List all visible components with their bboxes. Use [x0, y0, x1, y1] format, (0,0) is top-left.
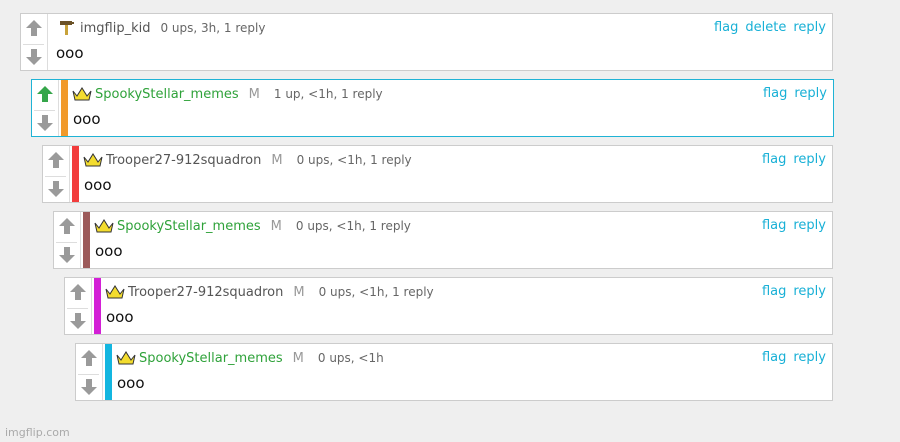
up-arrow-icon: [25, 20, 42, 36]
comment-meta: 0 ups, <1h, 1 reply: [296, 153, 412, 167]
flag-link[interactable]: flag: [714, 20, 738, 35]
up-arrow-icon: [69, 284, 86, 300]
comment-text: ooo: [56, 44, 84, 62]
hammer-icon: [57, 20, 77, 36]
username[interactable]: Trooper27-912squadron: [106, 153, 261, 168]
mod-badge: M: [271, 152, 283, 168]
down-arrow-icon: [25, 49, 42, 65]
vote-column: [76, 344, 103, 400]
crown-icon: [72, 86, 92, 102]
comment: SpookyStellar_memes M 0 ups, <1h flag re…: [75, 343, 833, 401]
comment-meta: 0 ups, <1h: [317, 351, 384, 365]
comment-text: ooo: [95, 242, 123, 260]
comment-text: ooo: [73, 110, 101, 128]
comment-text: ooo: [106, 308, 134, 326]
up-arrow-icon: [36, 86, 53, 102]
down-arrow-icon: [36, 115, 53, 131]
reply-link[interactable]: reply: [793, 20, 826, 35]
comment-text: ooo: [117, 374, 145, 392]
username[interactable]: imgflip_kid: [80, 21, 150, 36]
comment: imgflip_kid 0 ups, 3h, 1 reply flag dele…: [20, 13, 833, 71]
vote-column: [54, 212, 81, 268]
downvote-button[interactable]: [56, 242, 77, 267]
down-arrow-icon: [47, 181, 64, 197]
comment: Trooper27-912squadron M 0 ups, <1h, 1 re…: [42, 145, 833, 203]
depth-bar: [94, 278, 101, 334]
down-arrow-icon: [58, 247, 75, 263]
up-arrow-icon: [80, 350, 97, 366]
depth-bar: [72, 146, 79, 202]
comment-meta: 0 ups, 3h, 1 reply: [160, 21, 266, 35]
vote-column: [21, 14, 48, 70]
depth-bar: [83, 212, 90, 268]
downvote-button[interactable]: [67, 308, 88, 333]
comment-meta: 1 up, <1h, 1 reply: [273, 87, 383, 101]
downvote-button[interactable]: [34, 110, 55, 135]
mod-badge: M: [270, 218, 282, 234]
comment: SpookyStellar_memes M 1 up, <1h, 1 reply…: [31, 79, 834, 137]
vote-column: [65, 278, 92, 334]
mod-badge: M: [292, 350, 304, 366]
comment-text: ooo: [84, 176, 112, 194]
downvote-button[interactable]: [45, 176, 66, 201]
upvote-button[interactable]: [56, 214, 77, 238]
down-arrow-icon: [69, 313, 86, 329]
upvote-button[interactable]: [23, 16, 44, 40]
crown-icon: [94, 218, 114, 234]
imgflip-watermark: imgflip.com: [5, 426, 70, 439]
flag-link[interactable]: flag: [762, 152, 786, 167]
upvote-button[interactable]: [34, 82, 55, 106]
flag-link[interactable]: flag: [762, 350, 786, 365]
comment: Trooper27-912squadron M 0 ups, <1h, 1 re…: [64, 277, 833, 335]
reply-link[interactable]: reply: [794, 86, 827, 101]
up-arrow-icon: [58, 218, 75, 234]
crown-icon: [105, 284, 125, 300]
vote-column: [43, 146, 70, 202]
username[interactable]: SpookyStellar_memes: [95, 87, 239, 102]
crown-icon: [83, 152, 103, 168]
upvote-button[interactable]: [78, 346, 99, 370]
reply-link[interactable]: reply: [793, 284, 826, 299]
comment-meta: 0 ups, <1h, 1 reply: [295, 219, 411, 233]
username[interactable]: SpookyStellar_memes: [139, 351, 283, 366]
username[interactable]: Trooper27-912squadron: [128, 285, 283, 300]
upvote-button[interactable]: [67, 280, 88, 304]
flag-link[interactable]: flag: [762, 218, 786, 233]
reply-link[interactable]: reply: [793, 350, 826, 365]
up-arrow-icon: [47, 152, 64, 168]
vote-column: [32, 80, 59, 136]
comment-meta: 0 ups, <1h, 1 reply: [318, 285, 434, 299]
comment: SpookyStellar_memes M 0 ups, <1h, 1 repl…: [53, 211, 833, 269]
flag-link[interactable]: flag: [762, 284, 786, 299]
depth-bar: [61, 80, 68, 136]
mod-badge: M: [293, 284, 305, 300]
upvote-button[interactable]: [45, 148, 66, 172]
reply-link[interactable]: reply: [793, 152, 826, 167]
username[interactable]: SpookyStellar_memes: [117, 219, 261, 234]
delete-link[interactable]: delete: [745, 20, 786, 35]
downvote-button[interactable]: [23, 44, 44, 69]
downvote-button[interactable]: [78, 374, 99, 399]
reply-link[interactable]: reply: [793, 218, 826, 233]
flag-link[interactable]: flag: [763, 86, 787, 101]
mod-badge: M: [248, 86, 260, 102]
depth-bar: [105, 344, 112, 400]
crown-icon: [116, 350, 136, 366]
down-arrow-icon: [80, 379, 97, 395]
